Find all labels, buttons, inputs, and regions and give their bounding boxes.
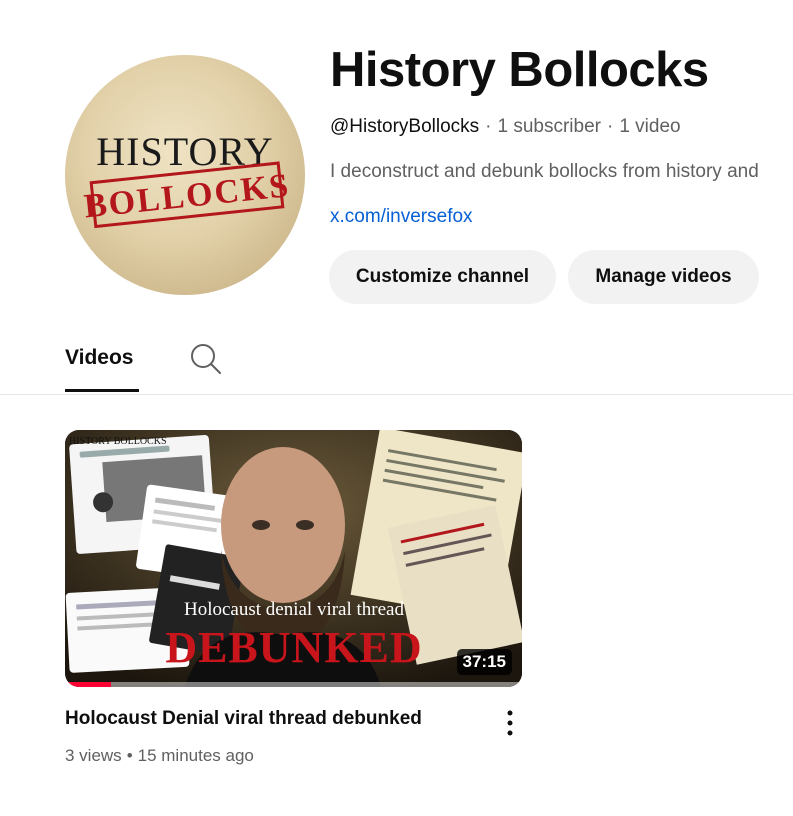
svg-text:Holocaust denial viral thread: Holocaust denial viral thread [184,599,405,620]
svg-text:HISTORY BOLLOCKS: HISTORY BOLLOCKS [69,436,167,447]
watch-progress [65,682,522,687]
active-tab-indicator [65,389,139,392]
tab-videos[interactable]: Videos [65,346,133,370]
search-icon[interactable] [190,343,222,375]
channel-tabs: Videos [0,330,793,395]
channel-avatar[interactable]: HISTORY BOLLOCKS [65,55,305,295]
meta-separator: · [485,116,492,137]
thumbnail-art: Holocaust denial viral thread DEBUNKED H… [65,430,522,687]
video-count: 1 video [619,116,681,137]
watch-progress-fill [65,682,111,687]
channel-handle: @HistoryBollocks [330,116,480,137]
meta-separator: • [126,746,133,765]
channel-logo: HISTORY BOLLOCKS [82,129,292,229]
channel-name: History Bollocks [330,43,709,97]
more-options-icon[interactable] [498,708,522,738]
channel-description[interactable]: I deconstruct and debunk bollocks from h… [330,161,793,183]
svg-text:DEBUNKED: DEBUNKED [165,623,422,672]
video-title[interactable]: Holocaust Denial viral thread debunked [65,708,422,730]
upload-age: 15 minutes ago [137,746,254,765]
manage-videos-button[interactable]: Manage videos [568,250,759,304]
subscriber-count: 1 subscriber [497,116,601,137]
customize-channel-button[interactable]: Customize channel [329,250,556,304]
video-thumbnail[interactable]: Holocaust denial viral thread DEBUNKED H… [65,430,522,687]
channel-meta: @HistoryBollocks · 1 subscriber · 1 video [330,116,681,138]
video-duration: 37:15 [456,649,512,675]
channel-link[interactable]: x.com/inversefox [330,206,473,228]
view-count: 3 views [65,746,122,765]
video-meta: 3 views • 15 minutes ago [65,746,254,766]
meta-separator: · [606,116,614,137]
